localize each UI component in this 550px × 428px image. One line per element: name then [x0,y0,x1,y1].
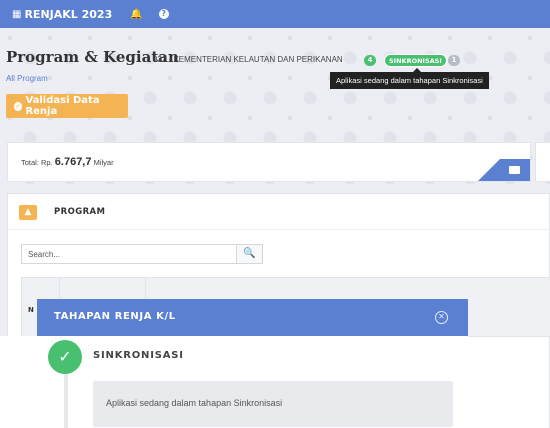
search-icon: 🔍 [243,248,256,259]
step-title: SINKRONISASI [93,350,184,361]
total-unit: Milyar [93,158,114,167]
side-card [535,142,550,182]
check-icon: ✓ [48,340,82,374]
total-label: Total: Rp. [21,158,53,167]
app-title[interactable]: RENJAKL 2023 [24,8,112,21]
briefcase-tab[interactable] [478,159,530,181]
validasi-label: Validasi Data Renja [25,95,100,117]
sitemap-icon: ▲ [19,205,37,220]
bell-icon[interactable]: 🔔 [130,9,142,20]
total-card: Total: Rp. 6.767,7 Milyar [7,142,531,182]
status-tooltip: Aplikasi sedang dalam tahapan Sinkronisa… [330,68,489,89]
top-navbar: ▦ RENJAKL 2023 🔔 ? [0,0,550,28]
timeline-line [64,370,68,428]
modal-header: TAHAPAN RENJA K/L ✕ [37,299,468,336]
total-amount: 6.767,7 [54,156,92,168]
validasi-data-renja-button[interactable]: ✓ Validasi Data Renja [6,94,128,118]
breadcrumb-all-program[interactable]: All Program [6,74,48,83]
program-title: PROGRAM [54,207,106,217]
search-input[interactable] [21,244,237,264]
close-icon[interactable]: ✕ [435,311,448,324]
apps-grid-icon[interactable]: ▦ [12,9,21,20]
table-col-1-label: N [28,306,34,314]
modal-title: TAHAPAN RENJA K/L [54,311,176,322]
total-text: Total: Rp. 6.767,7 Milyar [21,156,114,168]
stage-count-badge[interactable]: 4 [364,55,376,66]
step-description-box: Aplikasi sedang dalam tahapan Sinkronisa… [93,381,453,427]
search-button[interactable]: 🔍 [237,244,263,264]
program-header: ▲ PROGRAM [8,194,549,230]
stage-status-badge[interactable]: SINKRONISASI [384,54,447,67]
check-circle-icon: ✓ [14,101,23,111]
next-stage-badge[interactable]: 1 [448,55,460,66]
step-description: Aplikasi sedang dalam tahapan Sinkronisa… [106,398,283,408]
briefcase-icon [509,166,520,174]
ministry-label: 032 - KEMENTERIAN KELAUTAN DAN PERIKANAN [153,55,343,64]
help-circle-icon[interactable]: ? [158,9,169,19]
